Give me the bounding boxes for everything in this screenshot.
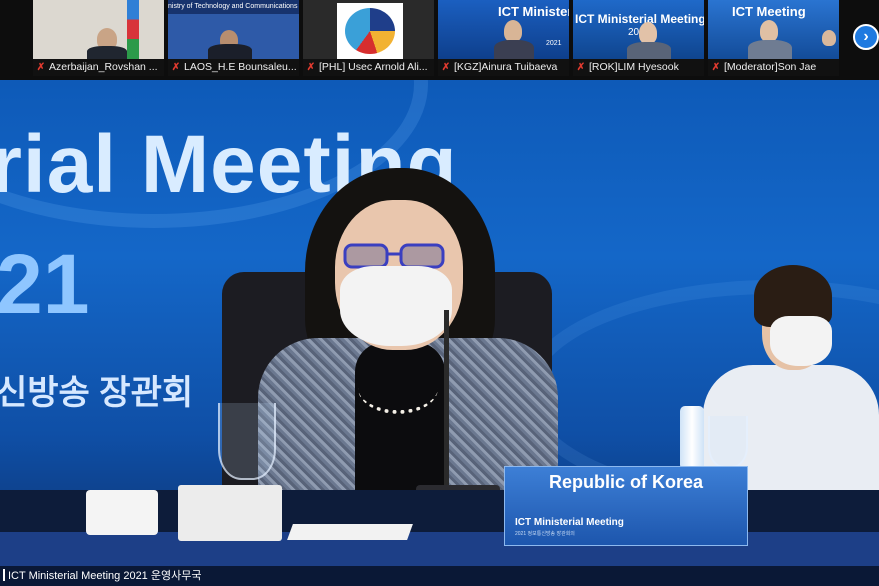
chevron-right-icon[interactable]: › — [853, 24, 879, 50]
backdrop-korean-title: 신방송 장관회 — [0, 374, 194, 412]
participant-name: LAOS_H.E Bounsaleu... — [184, 61, 297, 73]
participant-name: Azerbaijan_Rovshan ... — [49, 61, 158, 73]
participant-tile-philippines[interactable]: ✗ [PHL] Usec Arnold Ali... — [303, 0, 434, 76]
microphone — [444, 310, 449, 490]
participant-body — [87, 46, 127, 59]
participant-name-bar: ✗ [PHL] Usec Arnold Ali... — [303, 59, 434, 76]
backdrop-year: 2021 — [546, 40, 562, 47]
placard-country: Republic of Korea — [548, 472, 704, 492]
participant-head — [760, 20, 778, 42]
participant-head — [822, 30, 836, 46]
papers — [287, 524, 413, 540]
backdrop-title: ICT Meeting — [732, 4, 806, 19]
backdrop-banner: nistry of Technology and Communications — [168, 0, 299, 14]
backdrop-year: 21 — [0, 237, 90, 331]
meeting-caption-bar: ICT Ministerial Meeting 2021 운영사무국 — [0, 566, 879, 586]
participant-tile-moderator[interactable]: ICT Meeting ✗ [Moderator]Son Jae — [708, 0, 839, 76]
mic-muted-icon: ✗ — [306, 62, 316, 73]
cup — [86, 490, 158, 535]
participant-name-bar: ✗ [ROK]LIM Hyesook — [573, 59, 704, 76]
participant-body — [494, 40, 534, 59]
backdrop-title: ICT Ministeri — [498, 4, 569, 19]
participant-body — [627, 42, 671, 59]
name-placard: Republic of Korea ICT Ministerial Meetin… — [504, 466, 748, 546]
mic-muted-icon: ✗ — [171, 62, 181, 73]
video-feed: ICT Ministerial Meeting 2021 — [573, 0, 704, 59]
participant-tile-azerbaijan[interactable]: ✗ Azerbaijan_Rovshan ... — [33, 0, 164, 76]
placard-subtitle: 2021 정보통신방송 장관회의 — [515, 531, 575, 537]
participant-head — [504, 20, 522, 42]
flag — [127, 0, 139, 59]
participant-name: [Moderator]Son Jae — [724, 61, 817, 73]
participant-head — [639, 22, 657, 44]
video-feed — [303, 0, 434, 59]
video-feed — [33, 0, 164, 59]
placard-event: ICT Ministerial Meeting — [515, 517, 624, 528]
participant-name-bar: ✗ [KGZ]Ainura Tuibaeva — [438, 59, 569, 76]
water-glass — [708, 416, 748, 468]
mic-muted-icon: ✗ — [441, 62, 451, 73]
participant-name: [ROK]LIM Hyesook — [589, 61, 679, 73]
water-glass — [218, 403, 276, 480]
participant-tile-korea[interactable]: ICT Ministerial Meeting 2021 ✗[ROK]LIM H… — [573, 0, 704, 76]
backdrop-title: ICT Ministerial Meeting — [575, 12, 704, 26]
participant-name: [PHL] Usec Arnold Ali... — [319, 61, 428, 73]
participant-name-bar: ✗ [Moderator]Son Jae — [708, 59, 839, 76]
pearl-necklace — [358, 362, 438, 414]
face-mask — [770, 316, 832, 366]
participant-thumbnail-strip: ✗ Azerbaijan_Rovshan ... nistry of Techno… — [0, 0, 879, 80]
video-feed: ICT Ministeri 2021 — [438, 0, 569, 59]
main-speaker-video: rial Meeting 21 신방송 장관회 Republic of Kore… — [0, 80, 879, 586]
face-mask — [340, 266, 452, 346]
participant-tile-laos[interactable]: nistry of Technology and Communications … — [168, 0, 299, 76]
participant-body — [208, 44, 252, 59]
participant-name-bar: ✗ LAOS_H.E Bounsaleu... — [168, 59, 299, 76]
video-feed: nistry of Technology and Communications — [168, 0, 299, 59]
participant-tile-kyrgyzstan[interactable]: ICT Ministeri 2021 ✗ [KGZ]Ainura Tuibaeva — [438, 0, 569, 76]
agency-logo — [337, 3, 403, 59]
meeting-caption: ICT Ministerial Meeting 2021 운영사무국 — [8, 570, 202, 582]
participant-body — [748, 40, 792, 59]
participant-name: [KGZ]Ainura Tuibaeva — [454, 61, 558, 73]
mic-muted-icon: ✗ — [36, 62, 46, 73]
water-bottle — [680, 406, 704, 468]
participant-name-bar: ✗ Azerbaijan_Rovshan ... — [33, 59, 164, 76]
video-feed: ICT Meeting — [708, 0, 839, 59]
agency-seal-icon — [345, 8, 395, 54]
mic-muted-icon: ✗ — [711, 62, 721, 73]
mic-muted-icon: ✗ — [576, 62, 586, 73]
caption-divider — [3, 569, 5, 581]
napkin — [178, 485, 282, 541]
